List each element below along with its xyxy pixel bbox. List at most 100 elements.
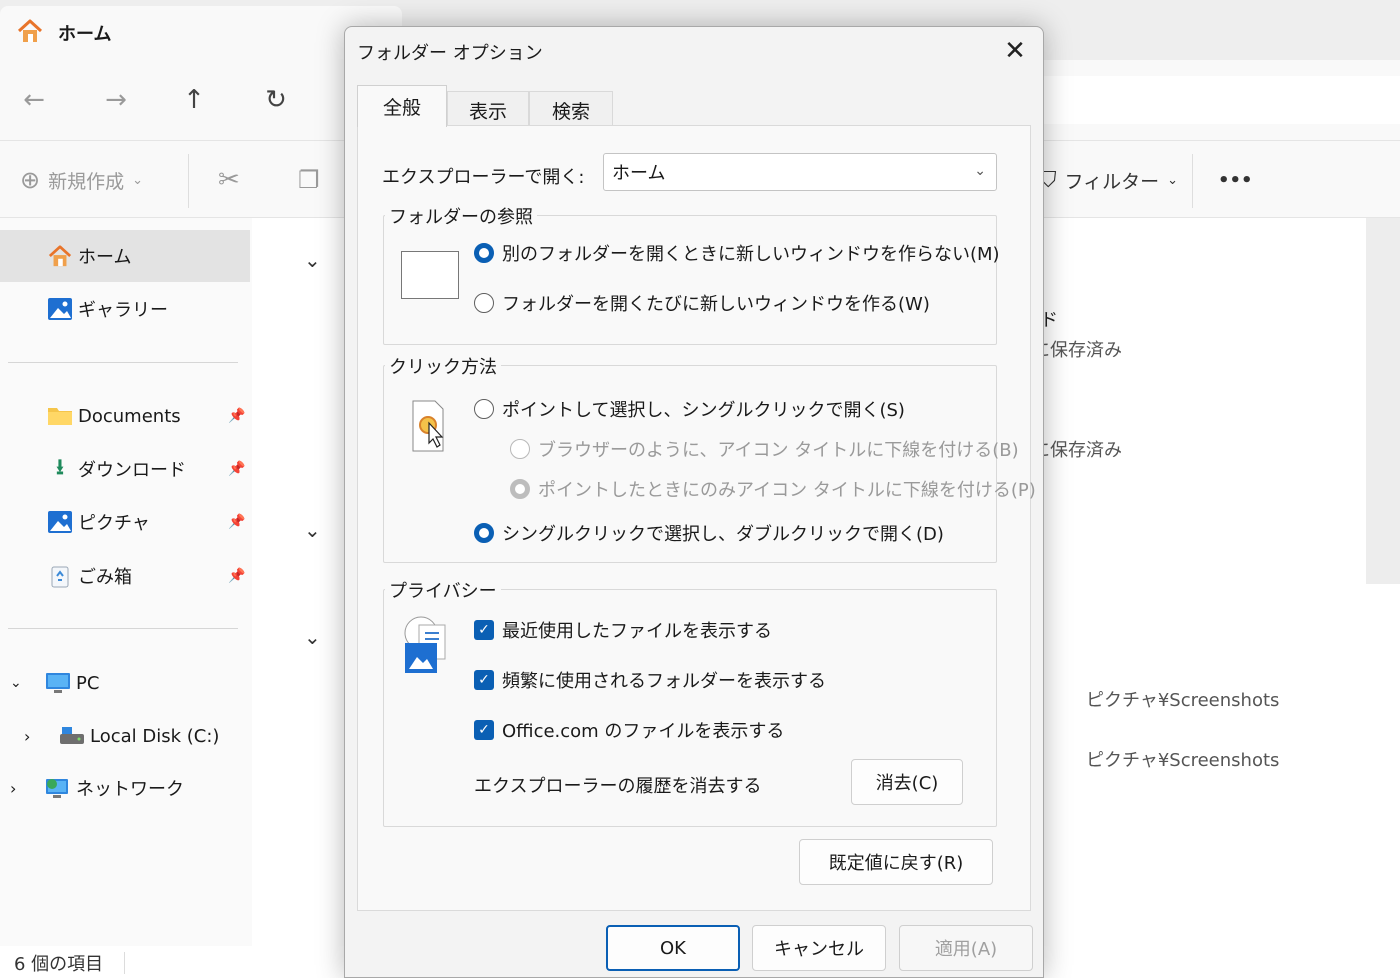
sidebar-item-label: ピクチャ	[78, 513, 150, 534]
open-in-value: ホーム	[612, 163, 666, 184]
sidebar-item-label: ごみ箱	[78, 567, 132, 588]
chevron-down-icon[interactable]: ⌄	[304, 248, 321, 272]
sidebar-item-documents[interactable]: Documents 📌	[0, 390, 250, 442]
browse-folders-group	[383, 215, 997, 345]
cut-icon[interactable]: ✂	[218, 160, 240, 200]
partial-item-text: に保存済み	[1032, 440, 1122, 461]
divider	[8, 628, 238, 629]
checkmark-icon[interactable]: ✓	[474, 720, 494, 740]
sidebar-item-recycle-bin[interactable]: ごみ箱 📌	[0, 550, 250, 602]
home-icon	[16, 18, 44, 49]
radio-same-window[interactable]: 別のフォルダーを開くときに新しいウィンドウを作らない(M)	[474, 240, 1000, 266]
pin-icon[interactable]: 📌	[228, 568, 245, 584]
divider	[8, 362, 238, 363]
radio-button[interactable]	[474, 399, 494, 419]
recycle-bin-icon	[46, 563, 74, 589]
chevron-down-icon[interactable]: ⌄	[10, 675, 38, 691]
checkbox-label: 最近使用したファイルを表示する	[502, 621, 772, 642]
clear-button[interactable]: 消去(C)	[851, 759, 963, 805]
item-count: 6 個の項目	[14, 954, 104, 975]
sidebar-item-downloads[interactable]: ⭳ ダウンロード 📌	[0, 443, 250, 495]
close-icon[interactable]: ✕	[997, 33, 1033, 69]
filter-button[interactable]: ⛉ フィルター ⌄	[1040, 160, 1178, 200]
sidebar-item-label: Documents	[78, 405, 181, 427]
radio-label: フォルダーを開くたびに新しいウィンドウを作る(W)	[502, 294, 930, 315]
cancel-button[interactable]: キャンセル	[752, 925, 886, 971]
radio-underline-always: ブラウザーのように、アイコン タイトルに下線を付ける(B)	[510, 436, 1019, 462]
chevron-down-icon: ⌄	[132, 172, 144, 188]
radio-underline-hover: ポイントしたときにのみアイコン タイトルに下線を付ける(P)	[510, 476, 1036, 502]
ok-button[interactable]: OK	[606, 925, 740, 971]
scrollbar[interactable]	[1366, 218, 1400, 584]
sidebar-item-label: ホーム	[78, 247, 132, 268]
open-in-dropdown[interactable]: ホーム ⌄	[603, 153, 997, 191]
new-button[interactable]: ⊕ 新規作成 ⌄	[20, 160, 143, 200]
copy-icon[interactable]: ❐	[298, 160, 320, 200]
group-title: フォルダーの参照	[385, 203, 537, 229]
drive-icon	[58, 723, 86, 749]
chevron-right-icon[interactable]: ›	[24, 727, 58, 746]
back-arrow-icon[interactable]: ←	[14, 80, 54, 120]
download-icon: ⭳	[56, 455, 64, 480]
more-options-button[interactable]: •••	[1218, 160, 1253, 200]
tab-view[interactable]: 表示	[447, 91, 529, 129]
chevron-down-icon[interactable]: ⌄	[304, 518, 321, 542]
radio-double-click[interactable]: シングルクリックで選択し、ダブルクリックで開く(D)	[474, 520, 944, 546]
group-title: プライバシー	[385, 577, 501, 603]
checkmark-icon[interactable]: ✓	[474, 670, 494, 690]
sidebar-item-pc[interactable]: ⌄ PC	[0, 657, 250, 709]
chevron-down-icon[interactable]: ⌄	[304, 625, 321, 649]
tab-home[interactable]: ホーム	[0, 6, 402, 60]
up-arrow-icon[interactable]: ↑	[174, 80, 214, 120]
pin-icon[interactable]: 📌	[228, 514, 245, 530]
radio-new-window[interactable]: フォルダーを開くたびに新しいウィンドウを作る(W)	[474, 290, 930, 316]
checkbox-frequent-folders[interactable]: ✓ 頻繁に使用されるフォルダーを表示する	[474, 667, 826, 693]
checkmark-icon[interactable]: ✓	[474, 620, 494, 640]
privacy-files-icon	[401, 613, 457, 681]
tab-search[interactable]: 検索	[529, 91, 613, 129]
chevron-down-icon: ⌄	[974, 163, 986, 179]
sidebar-item-gallery[interactable]: ギャラリー	[0, 283, 250, 335]
radio-single-click[interactable]: ポイントして選択し、シングルクリックで開く(S)	[474, 396, 905, 422]
radio-button[interactable]	[474, 523, 494, 543]
gallery-icon	[46, 296, 74, 322]
sidebar-item-pictures[interactable]: ピクチャ 📌	[0, 496, 250, 548]
window-icon	[401, 251, 459, 299]
radio-button[interactable]	[474, 243, 494, 263]
checkbox-office-files[interactable]: ✓ Office.com のファイルを表示する	[474, 717, 784, 743]
home-icon	[46, 243, 74, 269]
folder-options-dialog: フォルダー オプション ✕ 全般 表示 検索 エクスプローラーで開く: ホーム …	[344, 26, 1044, 978]
pin-icon[interactable]: 📌	[228, 408, 245, 424]
restore-defaults-button[interactable]: 既定値に戻す(R)	[799, 839, 993, 885]
address-bar[interactable]	[1040, 76, 1400, 124]
radio-label: ポイントしたときにのみアイコン タイトルに下線を付ける(P)	[538, 480, 1036, 501]
divider	[1192, 154, 1193, 208]
sidebar-item-home[interactable]: ホーム	[0, 230, 250, 282]
folder-icon	[46, 403, 74, 429]
chevron-right-icon[interactable]: ›	[10, 779, 44, 798]
open-in-label: エクスプローラーで開く:	[382, 167, 585, 188]
radio-button	[510, 479, 530, 499]
radio-button	[510, 439, 530, 459]
radio-label: ポイントして選択し、シングルクリックで開く(S)	[502, 400, 905, 421]
checkbox-recent-files[interactable]: ✓ 最近使用したファイルを表示する	[474, 617, 772, 643]
filter-button-label: フィルター	[1064, 170, 1160, 193]
pictures-icon	[46, 509, 74, 535]
radio-button[interactable]	[474, 293, 494, 313]
sidebar-item-label: ギャラリー	[78, 300, 168, 321]
item-location: ピクチャ¥Screenshots	[1086, 750, 1280, 771]
plus-circle-icon: ⊕	[20, 166, 41, 194]
radio-label: ブラウザーのように、アイコン タイトルに下線を付ける(B)	[538, 440, 1019, 461]
sidebar-item-local-disk[interactable]: › Local Disk (C:)	[0, 710, 250, 762]
forward-arrow-icon[interactable]: →	[96, 80, 136, 120]
partial-item-text: に保存済み	[1032, 340, 1122, 361]
sidebar-item-label: ダウンロード	[78, 460, 186, 481]
sidebar-item-network[interactable]: › ネットワーク	[0, 762, 250, 814]
checkbox-label: Office.com のファイルを表示する	[502, 721, 785, 742]
refresh-icon[interactable]: ↻	[256, 80, 296, 120]
radio-label: 別のフォルダーを開くときに新しいウィンドウを作らない(M)	[502, 244, 1000, 265]
group-title: クリック方法	[385, 353, 501, 379]
pin-icon[interactable]: 📌	[228, 461, 245, 477]
clear-history-label: エクスプローラーの履歴を消去する	[474, 776, 762, 797]
tab-general[interactable]: 全般	[357, 85, 447, 127]
